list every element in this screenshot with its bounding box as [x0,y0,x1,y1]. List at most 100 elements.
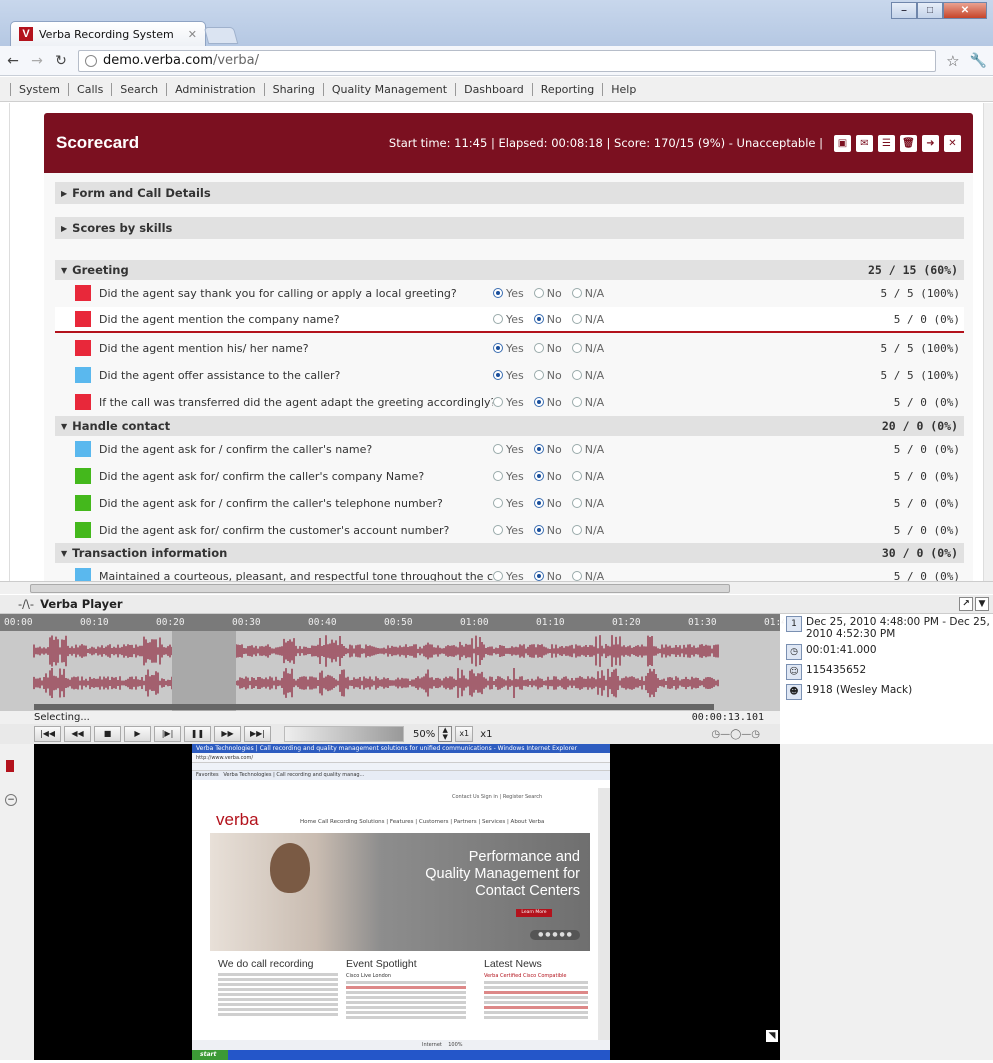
answer-option-yes[interactable]: Yes [493,396,524,409]
answer-option-no[interactable]: No [533,497,562,510]
radio-button[interactable] [493,288,503,298]
rate-button[interactable]: x1 [455,726,474,742]
answer-option-no[interactable]: No [533,369,562,382]
radio-button[interactable] [571,397,582,407]
radio-button[interactable] [571,525,582,535]
section-greeting[interactable]: ▼ Greeting 25 / 15 (60%) [55,260,964,280]
section-transaction-information[interactable]: ▼ Transaction information 30 / 0 (0%) [55,543,964,563]
minimize-button[interactable]: – [891,2,917,19]
menu-administration[interactable]: Administration [166,82,264,96]
popout-icon[interactable]: ↗ [959,597,973,611]
rewind-icon[interactable]: ◀◀ [64,726,91,742]
radio-button[interactable] [533,343,544,353]
zoom-stepper[interactable]: ▲ ▼ [438,726,453,742]
answer-option-na[interactable]: N/A [571,313,604,326]
url-input[interactable]: demo.verba.com/verba/ [78,49,937,72]
scrollbar-thumb[interactable] [30,584,730,593]
skip-end-icon[interactable]: ▶▶| [244,726,271,742]
answer-option-na[interactable]: N/A [571,497,604,510]
answer-option-na[interactable]: N/A [571,396,604,409]
pause-icon[interactable]: ❚❚ [184,726,211,742]
close-window-button[interactable]: ✕ [943,2,987,19]
radio-button[interactable] [493,471,503,481]
answer-option-no[interactable]: No [533,342,562,355]
menu-reporting[interactable]: Reporting [531,82,602,96]
answer-option-yes[interactable]: Yes [493,524,524,537]
back-arrow-icon[interactable]: ← [6,53,20,69]
tab-close-icon[interactable]: ✕ [188,28,197,41]
radio-button[interactable] [533,525,544,535]
radio-button[interactable] [533,498,544,508]
menu-system[interactable]: System [10,82,68,96]
answer-option-yes[interactable]: Yes [493,470,524,483]
answer-option-na[interactable]: N/A [571,287,604,300]
radio-button[interactable] [493,498,503,508]
answer-option-na[interactable]: N/A [571,470,604,483]
waveform-selection[interactable] [172,631,236,711]
section-handle-contact[interactable]: ▼ Handle contact 20 / 0 (0%) [55,416,964,436]
reload-icon[interactable]: ↻ [54,53,68,69]
zoom-out-icon[interactable]: − [5,794,17,806]
radio-button[interactable] [533,397,544,407]
radio-button[interactable] [493,525,503,535]
answer-option-na[interactable]: N/A [571,369,604,382]
radio-button[interactable] [493,444,503,454]
answer-option-yes[interactable]: Yes [493,570,524,581]
answer-option-na[interactable]: N/A [571,443,604,456]
fast-forward-icon[interactable]: ▶▶ [214,726,241,742]
radio-button[interactable] [493,314,503,324]
menu-calls[interactable]: Calls [68,82,111,96]
answer-option-yes[interactable]: Yes [493,369,524,382]
dropdown-icon[interactable]: ▼ [975,597,989,611]
answer-option-yes[interactable]: Yes [493,497,524,510]
radio-button[interactable] [571,444,582,454]
answer-option-yes[interactable]: Yes [493,287,524,300]
radio-button[interactable] [571,370,582,380]
answer-option-no[interactable]: No [533,313,562,326]
maximize-button[interactable]: □ [917,2,943,19]
radio-button[interactable] [493,571,503,581]
answer-option-no[interactable]: No [533,524,562,537]
radio-button[interactable] [571,498,582,508]
new-tab-button[interactable] [203,27,239,44]
answer-option-na[interactable]: N/A [571,570,604,581]
record-marker-icon[interactable] [6,760,14,772]
email-icon[interactable]: ✉ [856,134,873,152]
answer-option-no[interactable]: No [533,396,562,409]
menu-sharing[interactable]: Sharing [263,82,323,96]
settings-sliders-icon[interactable]: ☰ [878,134,895,152]
radio-button[interactable] [571,314,582,324]
radio-button[interactable] [533,370,544,380]
answer-option-no[interactable]: No [533,287,562,300]
waveform-area[interactable] [0,631,780,711]
wrench-icon[interactable]: 🔧 [970,53,987,69]
browser-tab[interactable]: V Verba Recording System ✕ [10,21,206,46]
radio-button[interactable] [493,343,503,353]
step-icon[interactable]: |▶| [154,726,181,742]
radio-button[interactable] [533,471,544,481]
radio-button[interactable] [493,370,503,380]
bookmark-star-icon[interactable]: ☆ [946,52,959,70]
radio-button[interactable] [571,571,582,581]
answer-option-yes[interactable]: Yes [493,313,524,326]
menu-dashboard[interactable]: Dashboard [455,82,532,96]
menu-quality-management[interactable]: Quality Management [322,82,455,96]
menu-search[interactable]: Search [111,82,166,96]
page-vertical-scrollbar[interactable] [983,103,993,581]
answer-option-na[interactable]: N/A [571,524,604,537]
skip-start-icon[interactable]: |◀◀ [34,726,61,742]
playback-progress[interactable] [34,704,714,710]
page-horizontal-scrollbar[interactable] [0,581,993,594]
radio-button[interactable] [493,397,503,407]
radio-button[interactable] [571,343,582,353]
volume-slider[interactable] [284,726,404,742]
export-arrow-icon[interactable]: ➜ [922,134,939,152]
save-icon[interactable]: ▣ [834,134,851,152]
delete-icon[interactable]: 🗑 [900,134,917,152]
section-scores-by-skills[interactable]: ▶ Scores by skills [55,217,964,239]
answer-option-no[interactable]: No [533,443,562,456]
answer-option-no[interactable]: No [533,470,562,483]
forward-arrow-icon[interactable]: → [30,53,44,69]
answer-option-no[interactable]: No [533,570,562,581]
radio-button[interactable] [533,444,544,454]
